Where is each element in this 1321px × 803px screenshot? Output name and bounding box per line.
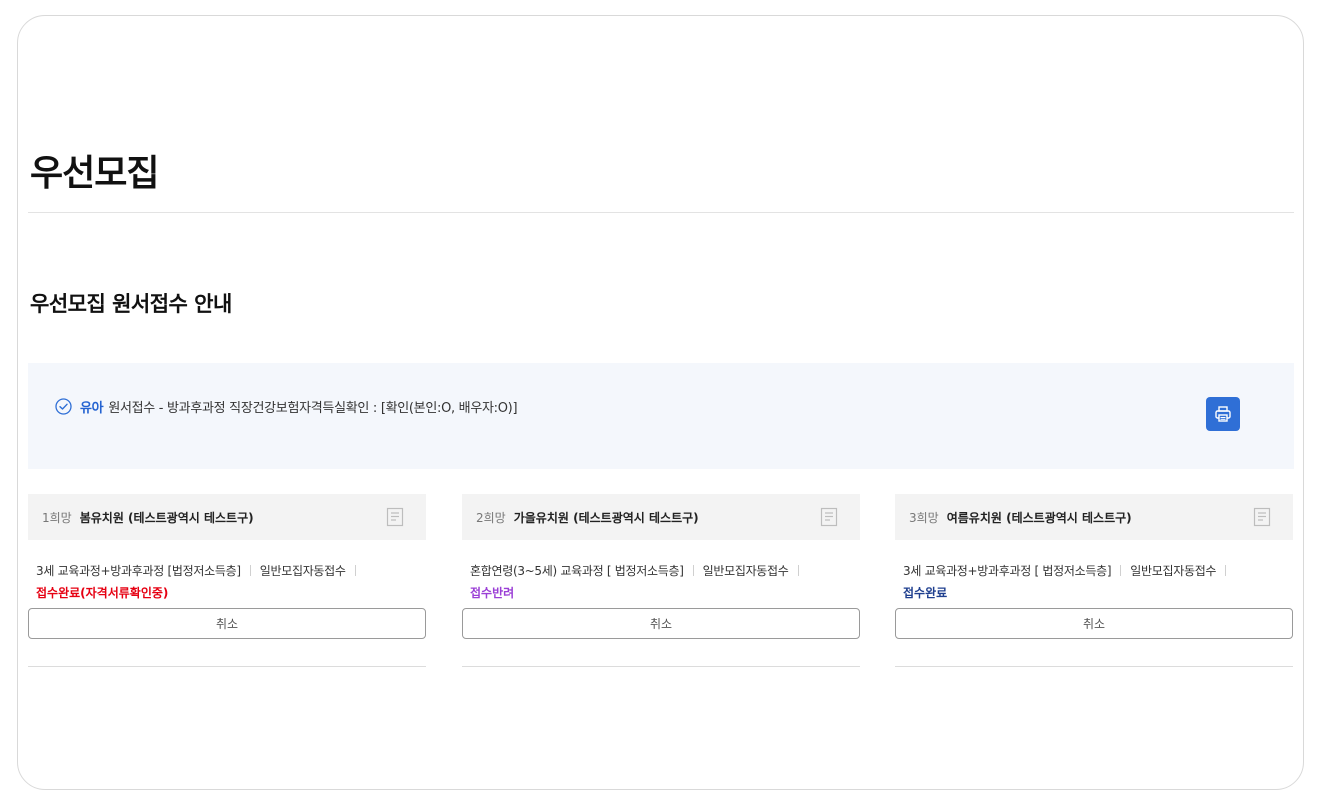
cancel-button[interactable]: 취소 (895, 608, 1293, 639)
separator (354, 565, 356, 576)
application-type: 일반모집자동접수 (702, 564, 789, 578)
card-divider (462, 666, 860, 667)
school-name: 가을유치원 (테스트광역시 테스트구) (513, 510, 699, 525)
info-line: 유아 원서접수 - 방과후과정 직장건강보험자격득실확인 : [확인(본인:O,… (55, 397, 518, 416)
rank-label: 3희망 (909, 510, 939, 525)
info-box: 유아 원서접수 - 방과후과정 직장건강보험자격득실확인 : [확인(본인:O,… (28, 363, 1294, 469)
page-title: 우선모집 (30, 153, 159, 194)
separator (249, 565, 251, 576)
separator (1225, 565, 1227, 576)
application-type: 일반모집자동접수 (1130, 564, 1217, 578)
main-panel: 우선모집 우선모집 원서접수 안내 유아 원서접수 - 방과후과정 직장건강보험… (17, 15, 1304, 790)
course-line: 혼합연령(3~5세) 교육과정 [ 법정저소득층] 일반모집자동접수 (462, 562, 860, 579)
school-name: 여름유치원 (테스트광역시 테스트구) (946, 510, 1132, 525)
card-divider (895, 666, 1293, 667)
choice-card-2: 2희망 가을유치원 (테스트광역시 테스트구) 혼합연령(3~5세) 교육과정 … (462, 494, 860, 667)
school-name: 봄유치원 (테스트광역시 테스트구) (79, 510, 254, 525)
info-text: 원서접수 - 방과후과정 직장건강보험자격득실확인 : [확인(본인:O, 배우… (108, 401, 518, 416)
separator (1120, 565, 1122, 576)
choice-card-1: 1희망 봄유치원 (테스트광역시 테스트구) 3세 교육과정+방과후과정 [법정… (28, 494, 426, 667)
info-prefix: 유아 (80, 401, 104, 416)
course-line: 3세 교육과정+방과후과정 [법정저소득층] 일반모집자동접수 (28, 562, 426, 579)
document-icon[interactable] (386, 507, 404, 527)
document-icon[interactable] (1253, 507, 1271, 527)
cancel-button[interactable]: 취소 (28, 608, 426, 639)
separator (692, 565, 694, 576)
printer-icon (1215, 406, 1231, 422)
rank-label: 1희망 (42, 510, 72, 525)
course-line: 3세 교육과정+방과후과정 [ 법정저소득층] 일반모집자동접수 (895, 562, 1293, 579)
card-divider (28, 666, 426, 667)
course-text: 3세 교육과정+방과후과정 [법정저소득층] (36, 564, 241, 578)
card-header: 1희망 봄유치원 (테스트광역시 테스트구) (28, 494, 426, 540)
document-icon[interactable] (820, 507, 838, 527)
section-title: 우선모집 원서접수 안내 (30, 292, 232, 316)
course-text: 3세 교육과정+방과후과정 [ 법정저소득층] (903, 564, 1112, 578)
title-divider (28, 212, 1294, 213)
status-text: 접수완료 (903, 586, 948, 600)
status-text: 접수반려 (470, 586, 515, 600)
card-header: 2희망 가을유치원 (테스트광역시 테스트구) (462, 494, 860, 540)
course-text: 혼합연령(3~5세) 교육과정 [ 법정저소득층] (470, 564, 684, 578)
cancel-button[interactable]: 취소 (462, 608, 860, 639)
check-circle-icon (55, 398, 72, 415)
separator (797, 565, 799, 576)
status-text: 접수완료(자격서류확인중) (36, 586, 169, 600)
choice-card-3: 3희망 여름유치원 (테스트광역시 테스트구) 3세 교육과정+방과후과정 [ … (895, 494, 1293, 667)
card-header: 3희망 여름유치원 (테스트광역시 테스트구) (895, 494, 1293, 540)
application-type: 일반모집자동접수 (259, 564, 346, 578)
rank-label: 2희망 (476, 510, 506, 525)
print-button[interactable] (1206, 397, 1240, 431)
